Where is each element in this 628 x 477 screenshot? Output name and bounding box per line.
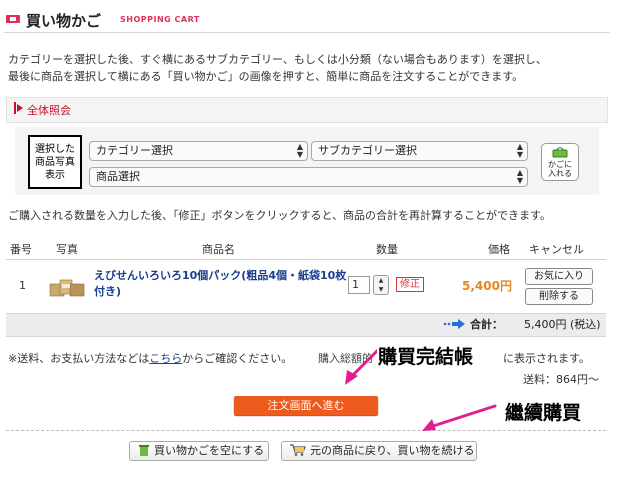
annotation-continue: 繼續購買 xyxy=(505,402,582,424)
annotation-checkout: 購買完結帳 xyxy=(378,346,474,368)
